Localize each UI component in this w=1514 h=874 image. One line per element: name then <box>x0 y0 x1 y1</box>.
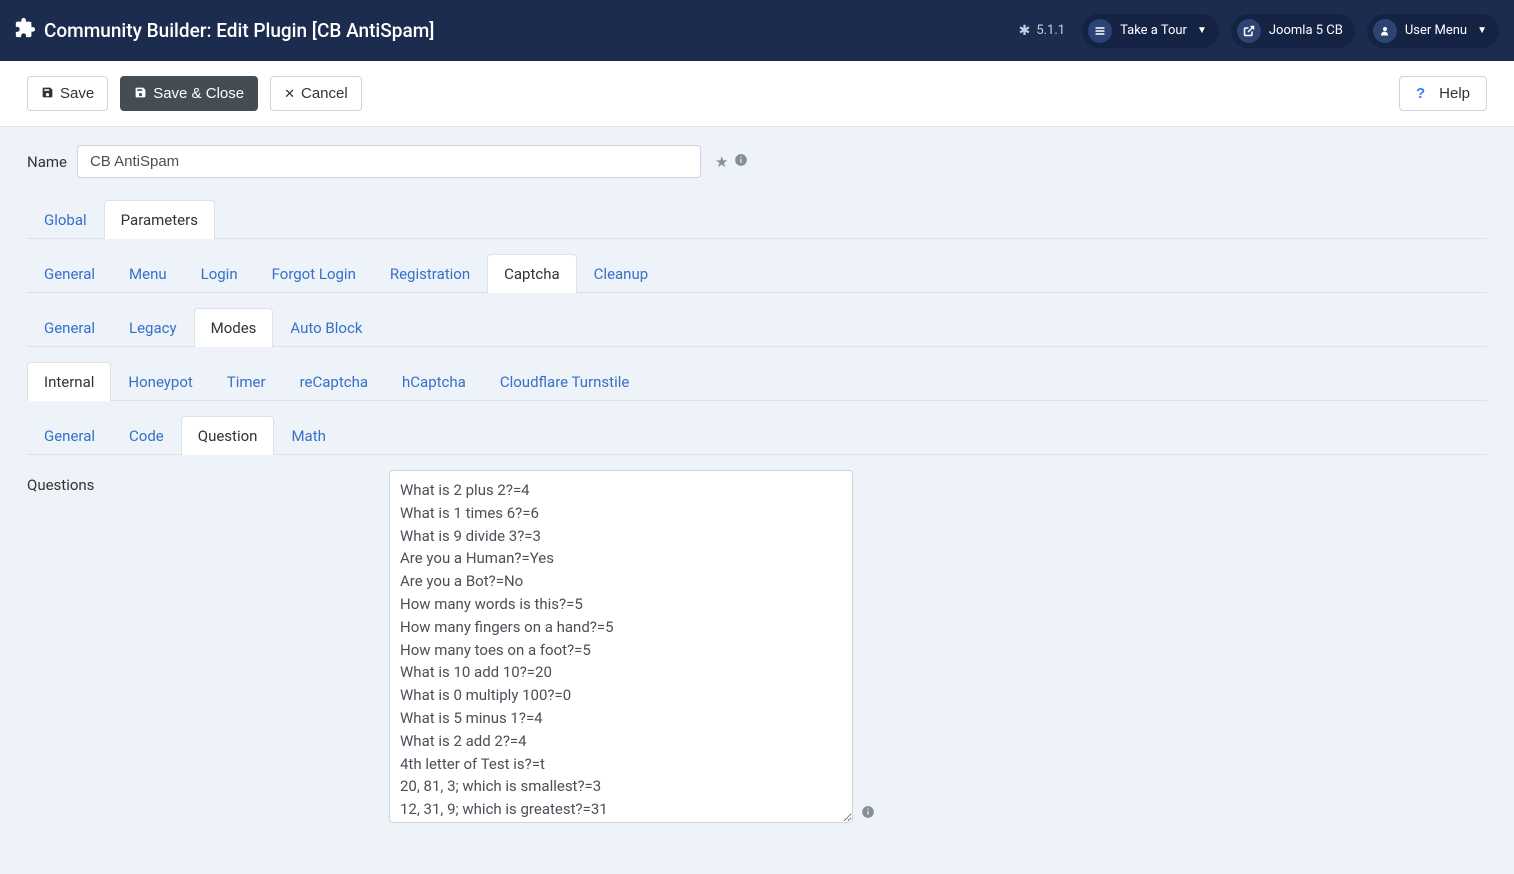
l3-tab-auto-block[interactable]: Auto Block <box>273 308 379 347</box>
save-button[interactable]: Save <box>27 76 108 111</box>
external-link-icon <box>1237 19 1261 43</box>
chevron-down-icon: ▼ <box>1197 25 1207 36</box>
info-icon[interactable] <box>861 805 875 823</box>
l2-tab-registration[interactable]: Registration <box>373 254 487 293</box>
l3-tab-modes[interactable]: Modes <box>194 308 274 347</box>
help-label: Help <box>1439 85 1470 102</box>
l4-tab-cloudflare-turnstile[interactable]: Cloudflare Turnstile <box>483 362 647 401</box>
page-title: Community Builder: Edit Plugin [CB AntiS… <box>44 19 434 42</box>
l2-tab-login[interactable]: Login <box>184 254 255 293</box>
l3-tab-legacy[interactable]: Legacy <box>112 308 194 347</box>
tabs-level2: GeneralMenuLoginForgot LoginRegistration… <box>27 254 1487 293</box>
take-tour-label: Take a Tour <box>1120 23 1187 38</box>
user-menu-button[interactable]: User Menu ▼ <box>1366 13 1500 49</box>
help-icon: ? <box>1416 85 1425 102</box>
l3-tab-general[interactable]: General <box>27 308 112 347</box>
version-text: 5.1.1 <box>1036 23 1065 38</box>
save-close-label: Save & Close <box>153 85 244 102</box>
name-label: Name <box>27 153 67 171</box>
frontend-label: Joomla 5 CB <box>1269 23 1343 38</box>
l2-tab-cleanup[interactable]: Cleanup <box>577 254 666 293</box>
l2-tab-general[interactable]: General <box>27 254 112 293</box>
l5-tab-code[interactable]: Code <box>112 416 181 455</box>
l4-tab-hcaptcha[interactable]: hCaptcha <box>385 362 483 401</box>
l2-tab-forgot-login[interactable]: Forgot Login <box>255 254 373 293</box>
top-header: Community Builder: Edit Plugin [CB AntiS… <box>0 0 1514 61</box>
l5-tab-general[interactable]: General <box>27 416 112 455</box>
l5-tab-math[interactable]: Math <box>274 416 342 455</box>
close-icon: ✕ <box>284 86 295 102</box>
l2-tab-menu[interactable]: Menu <box>112 254 184 293</box>
tabs-level5: GeneralCodeQuestionMath <box>27 416 1487 455</box>
cancel-label: Cancel <box>301 85 348 102</box>
l1-tab-global[interactable]: Global <box>27 200 104 239</box>
tabs-level1: GlobalParameters <box>27 200 1487 239</box>
joomla-version: ✱ 5.1.1 <box>1019 23 1066 39</box>
tour-icon <box>1088 19 1112 43</box>
l2-tab-captcha[interactable]: Captcha <box>487 254 577 293</box>
user-icon <box>1373 19 1397 43</box>
chevron-down-icon: ▼ <box>1477 25 1487 36</box>
take-tour-button[interactable]: Take a Tour ▼ <box>1081 13 1220 49</box>
name-input[interactable] <box>77 145 701 178</box>
info-icon[interactable] <box>734 153 748 171</box>
tabs-level3: GeneralLegacyModesAuto Block <box>27 308 1487 347</box>
save-icon <box>41 86 54 102</box>
l4-tab-internal[interactable]: Internal <box>27 362 111 401</box>
cancel-button[interactable]: ✕ Cancel <box>270 76 362 111</box>
frontend-link-button[interactable]: Joomla 5 CB <box>1230 13 1356 49</box>
questions-label: Questions <box>27 470 377 494</box>
star-icon[interactable]: ★ <box>715 153 728 171</box>
l5-tab-question[interactable]: Question <box>181 416 275 455</box>
help-button[interactable]: ? Help <box>1399 76 1487 111</box>
questions-textarea[interactable] <box>389 470 853 823</box>
l4-tab-recaptcha[interactable]: reCaptcha <box>283 362 385 401</box>
tabs-level4: InternalHoneypotTimerreCaptchahCaptchaCl… <box>27 362 1487 401</box>
joomla-icon: ✱ <box>1019 23 1031 39</box>
save-label: Save <box>60 85 94 102</box>
l4-tab-timer[interactable]: Timer <box>210 362 283 401</box>
l1-tab-parameters[interactable]: Parameters <box>104 200 215 239</box>
l4-tab-honeypot[interactable]: Honeypot <box>111 362 209 401</box>
save-close-button[interactable]: Save & Close <box>120 76 258 111</box>
action-toolbar: Save Save & Close ✕ Cancel ? Help <box>0 61 1514 127</box>
user-menu-label: User Menu <box>1405 23 1467 38</box>
save-icon <box>134 86 147 102</box>
plugin-icon <box>14 17 36 44</box>
